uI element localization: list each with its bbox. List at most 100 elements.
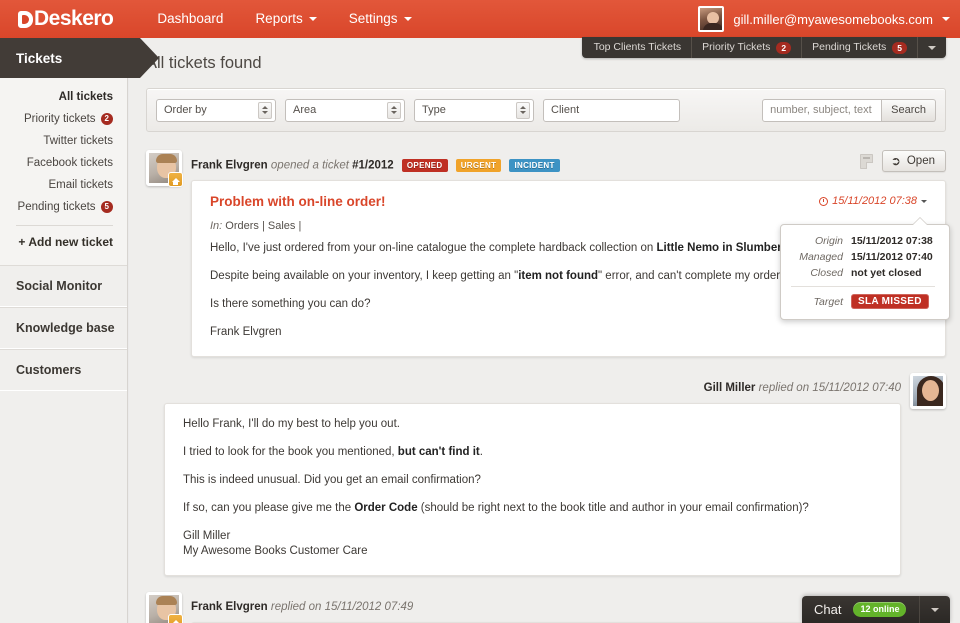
chat-expand-button[interactable]: [919, 596, 950, 623]
topnav-item-reports[interactable]: Reports: [239, 0, 332, 38]
sidebar-item-pending-tickets[interactable]: Pending tickets 5: [0, 196, 127, 218]
sla-tooltip: Origin 15/11/2012 07:38 Managed 15/11/20…: [780, 224, 950, 320]
reply-header-gill: Gill Miller replied on 15/11/2012 07:40: [146, 373, 946, 409]
tab-arrow-shape: [140, 38, 159, 78]
spinner-arrows-icon: [258, 101, 272, 119]
arrow-icon: ➲: [890, 154, 901, 168]
reply-card-gill: Hello Frank, I'll do my best to help you…: [164, 403, 901, 576]
quicktab-pending-tickets[interactable]: Pending Tickets 5: [802, 37, 918, 58]
status-badge-incident: INCIDENT: [509, 158, 560, 172]
sidebar-item-all-tickets[interactable]: All tickets: [0, 86, 127, 108]
reply-timestamp: 15/11/2012 07:49: [324, 601, 414, 613]
top-bar: Deskero Dashboard Reports Settings gill.…: [0, 0, 960, 38]
chevron-down-icon: [942, 17, 950, 21]
ticket-thread: Frank Elvgren opened a ticket #1/2012 OP…: [146, 150, 946, 623]
sidebar-item-twitter-tickets[interactable]: Twitter tickets: [0, 130, 127, 152]
type-select[interactable]: Type: [414, 98, 534, 122]
ticket-paragraph: Frank Elvgren: [210, 326, 282, 338]
quicktab-badge-priority: 2: [776, 41, 792, 54]
ticket-header-meta: Frank Elvgren opened a ticket #1/2012 OP…: [191, 158, 560, 172]
user-email-label: gill.miller@myawesomebooks.com: [733, 11, 933, 27]
area-select[interactable]: Area: [285, 98, 405, 122]
spinner-arrows-icon: [516, 101, 530, 119]
logo-text: Deskero: [34, 7, 114, 30]
quick-tabs-bar: Top Clients Tickets Priority Tickets 2 P…: [581, 37, 946, 58]
ticket-timestamp[interactable]: 15/11/2012 07:38: [819, 194, 927, 207]
chat-widget[interactable]: Chat 12 online: [802, 596, 950, 623]
ticket-header-actions: ➲ Open: [859, 150, 946, 172]
status-badge-opened: OPENED: [401, 158, 448, 172]
sidebar-badge-priority: 2: [100, 113, 113, 125]
client-input[interactable]: Client: [543, 98, 680, 122]
section-tab-label: Tickets: [16, 50, 63, 66]
home-icon: [168, 172, 183, 187]
order-by-select[interactable]: Order by: [156, 98, 276, 122]
sla-missed-badge: SLA MISSED: [851, 294, 929, 309]
chevron-down-icon: [931, 607, 939, 612]
avatar: [910, 373, 946, 409]
reply-action: replied on: [758, 382, 810, 394]
ticket-author: Frank Elvgren: [191, 159, 268, 172]
sla-row-origin: Origin 15/11/2012 07:38: [814, 235, 933, 247]
sidebar-item-customers[interactable]: Customers: [0, 349, 127, 391]
reply-paragraph: This is indeed unusual. Did you get an e…: [183, 474, 481, 486]
sidebar: All tickets Priority tickets 2 Twitter t…: [0, 78, 128, 623]
reply-author: Frank Elvgren: [191, 601, 268, 613]
sla-divider: [791, 286, 935, 287]
section-tab-tickets[interactable]: Tickets: [0, 38, 159, 78]
quicktabs-more-button[interactable]: [918, 37, 946, 58]
ticket-number: #1/2012: [352, 159, 394, 172]
quicktab-badge-pending: 5: [892, 41, 907, 54]
topnav-item-settings[interactable]: Settings: [333, 0, 428, 38]
avatar: [146, 150, 183, 187]
search-group: number, subject, text Search: [762, 98, 936, 122]
ticket-action: opened a ticket: [270, 159, 349, 172]
sla-row-target: Target SLA MISSED: [789, 294, 937, 309]
add-new-ticket-button[interactable]: + Add new ticket: [0, 233, 127, 259]
reply-timestamp: 15/11/2012 07:40: [812, 382, 901, 394]
ticket-header: Frank Elvgren opened a ticket #1/2012 OP…: [146, 150, 946, 187]
sidebar-item-email-tickets[interactable]: Email tickets: [0, 174, 127, 196]
sla-row-managed: Managed 15/11/2012 07:40: [799, 251, 933, 263]
filter-bar: Order by Area Type Client number, subjec…: [146, 88, 946, 132]
reply-paragraph: Hello Frank, I'll do my best to help you…: [183, 418, 400, 430]
user-menu[interactable]: gill.miller@myawesomebooks.com: [698, 0, 950, 38]
sla-row-closed: Closed not yet closed: [810, 267, 922, 279]
top-navigation: Dashboard Reports Settings: [141, 0, 427, 38]
reply-action: replied on: [270, 601, 322, 613]
quicktab-top-clients-tickets[interactable]: Top Clients Tickets: [582, 37, 693, 58]
sidebar-item-social-monitor[interactable]: Social Monitor: [0, 265, 127, 307]
clock-icon: [819, 196, 829, 206]
main-content: All tickets found Order by Area Type Cli…: [129, 38, 960, 623]
chevron-down-icon: [403, 17, 412, 22]
chat-online-badge: 12 online: [853, 602, 907, 617]
search-button[interactable]: Search: [882, 98, 936, 122]
logo-mark-icon: [18, 10, 33, 28]
sidebar-badge-pending: 5: [100, 201, 113, 213]
ticket-subject: Problem with on-line order!: [210, 194, 386, 209]
spinner-arrows-icon: [387, 101, 401, 119]
sidebar-divider: [16, 225, 113, 226]
avatar: [698, 6, 725, 32]
sidebar-item-facebook-tickets[interactable]: Facebook tickets: [0, 152, 127, 174]
chevron-down-icon: [928, 45, 936, 50]
quicktab-priority-tickets[interactable]: Priority Tickets 2: [692, 37, 803, 58]
open-ticket-button[interactable]: ➲ Open: [881, 150, 946, 172]
reply-header-meta: Gill Miller replied on 15/11/2012 07:40: [704, 382, 901, 394]
app-logo[interactable]: Deskero: [18, 7, 114, 31]
avatar: [146, 592, 183, 623]
reply-author: Gill Miller: [703, 382, 756, 394]
chevron-down-icon: [308, 17, 317, 22]
home-icon: [168, 614, 183, 623]
reply-paragraph: If so, can you please give me the Order …: [183, 502, 809, 514]
note-icon[interactable]: [859, 153, 873, 169]
sidebar-item-priority-tickets[interactable]: Priority tickets 2: [0, 108, 127, 130]
topnav-item-dashboard[interactable]: Dashboard: [141, 0, 239, 38]
search-input[interactable]: number, subject, text: [762, 98, 883, 122]
reply-header-meta: Frank Elvgren replied on 15/11/2012 07:4…: [191, 601, 413, 613]
chevron-down-icon: [921, 199, 927, 203]
chat-label: Chat: [814, 602, 842, 617]
status-badge-urgent: URGENT: [455, 158, 502, 172]
sidebar-item-knowledge-base[interactable]: Knowledge base: [0, 307, 127, 349]
reply-signature: Gill Miller My Awesome Books Customer Car…: [183, 530, 368, 557]
